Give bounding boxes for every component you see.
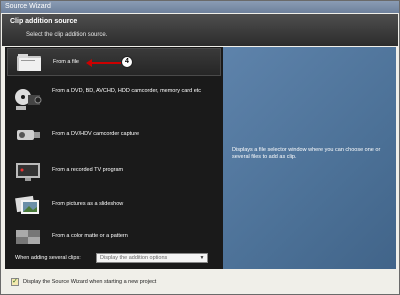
dropdown-value: Display the addition options: [100, 255, 168, 261]
window-title-bar[interactable]: Source Wizard: [1, 1, 399, 13]
option-from-dv-capture[interactable]: From a DV/HDV camcorder capture: [7, 121, 221, 149]
show-wizard-checkbox[interactable]: ✓: [11, 278, 19, 286]
folder-icon: [15, 52, 43, 74]
option-from-color-matte[interactable]: From a color matte or a pattern: [7, 223, 221, 251]
annotation-arrow-line: [91, 62, 121, 64]
slideshow-icon: [14, 194, 42, 216]
option-label: From a color matte or a pattern: [52, 233, 128, 239]
window-title: Source Wizard: [5, 3, 51, 10]
option-from-dvd[interactable]: From a DVD, BD, AVCHD, HDD camcorder, me…: [7, 84, 221, 118]
several-clips-label: When adding several clips:: [15, 255, 81, 261]
option-label: From pictures as a slideshow: [52, 201, 124, 207]
info-panel: Displays a file selector window where yo…: [223, 47, 396, 269]
source-options-panel: From a file From a DVD, BD, AVCHD, HDD c…: [5, 47, 223, 269]
color-pattern-icon: [14, 226, 42, 248]
wizard-header: Clip addition source Select the clip add…: [2, 14, 398, 46]
header-subtitle: Select the clip addition source.: [26, 32, 108, 38]
option-label: From a file: [53, 59, 79, 65]
option-label: From a recorded TV program: [52, 167, 124, 173]
addition-options-dropdown[interactable]: Display the addition options ▼: [96, 253, 208, 263]
option-label: From a DV/HDV camcorder capture: [52, 131, 140, 137]
annotation-number: 4: [121, 56, 133, 68]
disc-camcorder-icon: [14, 87, 42, 110]
option-from-pictures[interactable]: From pictures as a slideshow: [7, 191, 221, 219]
chevron-down-icon[interactable]: ▼: [198, 255, 206, 261]
option-from-tv-program[interactable]: From a recorded TV program: [7, 157, 221, 185]
tv-icon: [14, 160, 42, 182]
option-label: From a DVD, BD, AVCHD, HDD camcorder, me…: [52, 88, 202, 94]
option-description: Displays a file selector window where yo…: [232, 147, 381, 160]
show-wizard-label: Display the Source Wizard when starting …: [23, 279, 157, 285]
source-wizard-window: Source Wizard Clip addition source Selec…: [0, 0, 400, 295]
camcorder-icon: [14, 124, 42, 146]
header-title: Clip addition source: [10, 18, 78, 25]
